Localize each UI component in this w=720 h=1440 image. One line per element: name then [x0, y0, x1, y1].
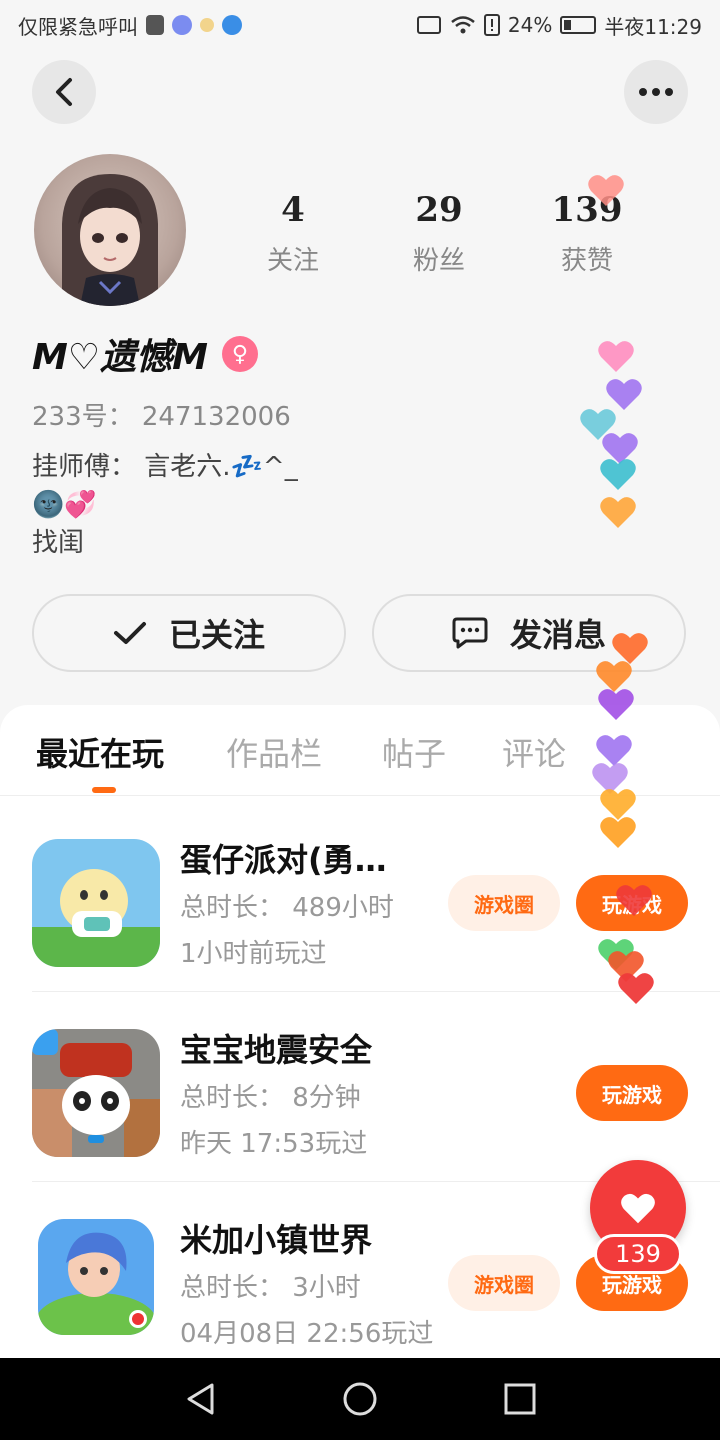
- game-icon: [32, 1029, 160, 1157]
- tab-comments[interactable]: 评论: [502, 729, 566, 775]
- game-duration: 总时长： 3小时: [180, 1273, 361, 1303]
- username: M♡遗憾M: [32, 337, 208, 378]
- game-last-played: 昨天 17:53玩过: [180, 1129, 368, 1159]
- likes-label: 获赞: [560, 246, 613, 276]
- game-icon: [38, 1219, 154, 1335]
- nav-recents-icon[interactable]: [504, 1383, 536, 1415]
- more-button[interactable]: [624, 60, 688, 124]
- following-label: 关注: [266, 246, 319, 276]
- back-arrow-icon: [56, 78, 72, 106]
- game-circle-button[interactable]: 游戏圈: [448, 875, 560, 931]
- heart-icon: [588, 175, 624, 206]
- checkmark-icon: [113, 622, 146, 644]
- game-last-played: 1小时前玩过: [180, 939, 327, 969]
- back-button[interactable]: [32, 60, 96, 124]
- clock: 半夜11:29: [604, 14, 702, 39]
- chat-bubble-icon: [452, 617, 488, 649]
- baby-panda-earthquake-icon: [32, 1029, 160, 1157]
- gender-badge: ♀: [221, 336, 258, 372]
- status-left: 仅限紧急呼叫: [18, 11, 242, 40]
- heart-icon: [600, 817, 636, 848]
- heart-icon: [618, 973, 654, 1004]
- carrier-text: 仅限紧急呼叫: [18, 14, 138, 39]
- heart-icon: [598, 689, 634, 720]
- tab-posts[interactable]: 帖子: [382, 729, 446, 775]
- stat-fans[interactable]: 29 粉丝: [384, 190, 494, 277]
- avatar-illustration: [62, 174, 158, 306]
- nav-back-icon[interactable]: [184, 1382, 218, 1416]
- bio-line: 挂师傅： 言老六.💤^_: [32, 452, 298, 482]
- browser-icon: [222, 15, 242, 35]
- status-right: 24% 半夜11:29: [416, 11, 702, 40]
- play-game-button[interactable]: 玩游戏: [576, 1065, 688, 1121]
- game-circle-button[interactable]: 游戏圈: [448, 1255, 560, 1311]
- followed-label: 已关注: [168, 616, 265, 654]
- eggy-party-icon: [32, 839, 160, 967]
- game-name: 蛋仔派对(勇…: [180, 841, 387, 879]
- fans-label: 粉丝: [412, 246, 465, 276]
- game-icon: [32, 839, 160, 967]
- heart-icon: [616, 885, 652, 916]
- game-duration: 总时长： 8分钟: [180, 1083, 361, 1113]
- game-name: 宝宝地震安全: [180, 1031, 373, 1069]
- followed-button[interactable]: 已关注: [32, 594, 346, 672]
- heart-icon: [600, 459, 636, 490]
- heart-icon: [598, 341, 634, 372]
- notification-icon: [146, 15, 164, 35]
- tab-works[interactable]: 作品栏: [226, 729, 322, 775]
- miga-town-icon: [38, 1219, 154, 1335]
- tab-recent-play[interactable]: 最近在玩: [36, 729, 164, 775]
- bio-line: 找闺: [32, 528, 85, 558]
- app-notification-icon: [200, 18, 214, 32]
- stat-following[interactable]: 4 关注: [238, 190, 348, 277]
- music-icon: [172, 15, 192, 35]
- game-name: 米加小镇世界: [180, 1221, 373, 1259]
- wifi-icon: [451, 16, 475, 34]
- bio: 挂师傅： 言老六.💤^_ 🌚💞 找闺: [32, 448, 298, 562]
- send-message-label: 发消息: [509, 616, 606, 654]
- game-row[interactable]: 宝宝地震安全 总时长： 8分钟 昨天 17:53玩过 玩游戏: [32, 991, 720, 1182]
- status-bar: 仅限紧急呼叫 24% 半夜11:29: [0, 0, 720, 50]
- bio-line: 🌚💞: [32, 490, 97, 520]
- tab-indicator: [92, 787, 116, 793]
- game-last-played: 04月08日 22:56玩过: [180, 1319, 434, 1349]
- more-dots-icon: [639, 88, 673, 96]
- heart-icon: [621, 1193, 655, 1224]
- nav-home-icon[interactable]: [342, 1381, 378, 1417]
- heart-icon: [600, 497, 636, 528]
- following-count: 4: [281, 190, 305, 230]
- like-count-badge: 139: [594, 1234, 682, 1274]
- fans-count: 29: [415, 190, 463, 230]
- battery-percent: 24%: [507, 13, 553, 37]
- system-nav-bar: [0, 1358, 720, 1440]
- cast-icon: [416, 16, 441, 34]
- username-row: M♡遗憾M ♀: [32, 328, 258, 380]
- alert-icon: [483, 14, 500, 36]
- user-id: 233号： 247132006: [32, 402, 291, 432]
- game-duration: 总时长： 489小时: [180, 893, 394, 923]
- avatar[interactable]: [34, 154, 186, 306]
- battery-icon: [560, 16, 597, 34]
